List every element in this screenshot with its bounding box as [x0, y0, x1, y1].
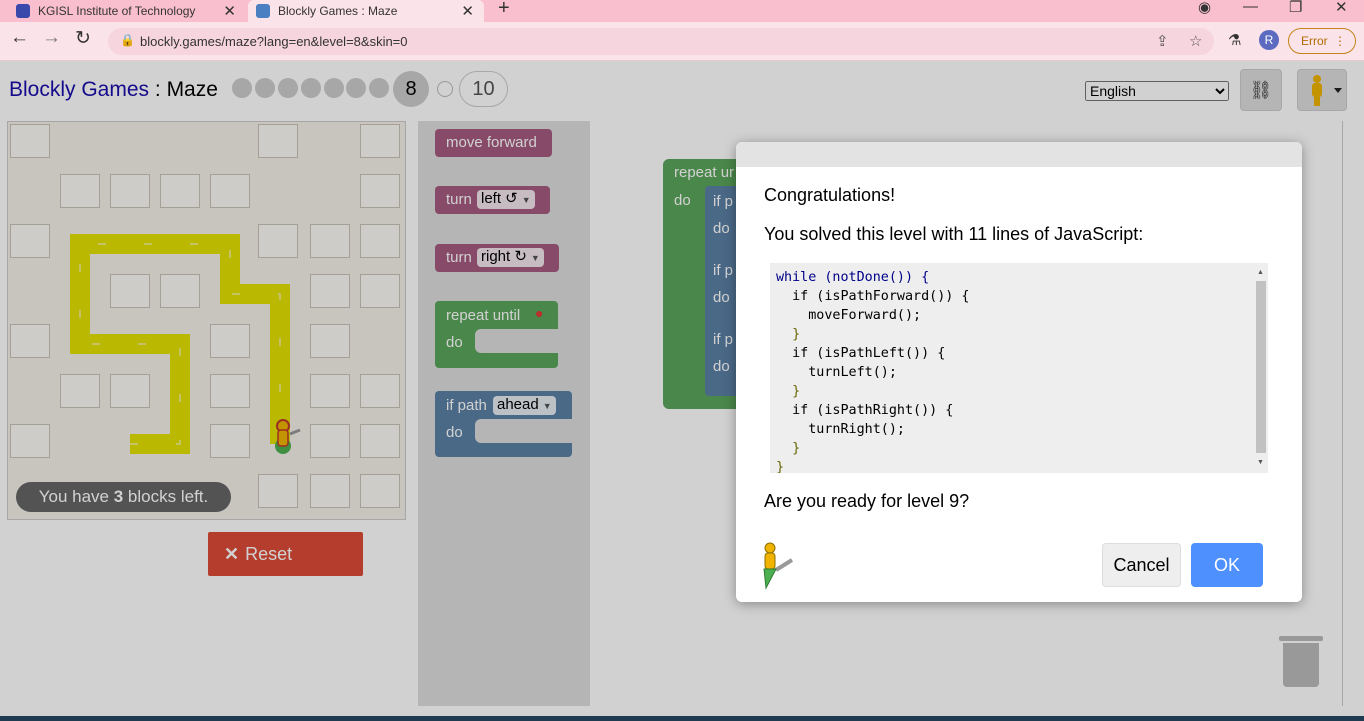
error-button[interactable]: Error ⋮ [1288, 28, 1356, 54]
cancel-button[interactable]: Cancel [1102, 543, 1181, 587]
tab-title: Blockly Games : Maze [278, 4, 398, 18]
dialog-header [736, 142, 1302, 167]
error-label: Error [1301, 34, 1328, 48]
code-line: while (notDone()) { [776, 270, 930, 285]
reload-icon[interactable]: ↻ [75, 27, 91, 50]
forward-icon[interactable]: → [42, 27, 61, 49]
kgisl-favicon-icon [16, 4, 30, 18]
share-icon[interactable]: ⇪ [1156, 32, 1169, 50]
puzzle-favicon-icon [256, 4, 270, 18]
code-line: if (isPathRight()) { [776, 403, 954, 418]
code-line: moveForward(); [776, 308, 922, 323]
code-line: } [776, 327, 801, 342]
window-close-icon[interactable]: ✕ [1335, 0, 1348, 16]
taskbar [0, 716, 1364, 721]
tab-title: KGISL Institute of Technology [38, 4, 196, 18]
code-line: if (isPathLeft()) { [776, 346, 946, 361]
close-tab-icon[interactable]: ✕ [461, 2, 474, 20]
close-tab-icon[interactable]: ✕ [223, 2, 236, 20]
ok-button[interactable]: OK [1191, 543, 1263, 587]
code-line: if (isPathForward()) { [776, 289, 970, 304]
code-scrollbar[interactable]: ▲ ▼ [1256, 269, 1266, 467]
code-listing: while (notDone()) { if (isPathForward())… [770, 263, 1268, 473]
url-text[interactable]: blockly.games/maze?lang=en&level=8&skin=… [140, 34, 408, 49]
code-line: } [776, 384, 801, 399]
menu-dots-icon: ⋮ [1334, 34, 1346, 48]
code-line: } [776, 460, 785, 473]
scrollbar-thumb[interactable] [1256, 281, 1266, 453]
back-icon[interactable]: ← [10, 27, 29, 49]
new-tab-icon[interactable]: + [498, 0, 510, 20]
browser-tab-active[interactable]: Blockly Games : Maze ✕ [248, 0, 484, 22]
code-line: } [776, 441, 801, 456]
code-box[interactable]: while (notDone()) { if (isPathForward())… [770, 263, 1268, 473]
code-line: turnRight(); [776, 422, 905, 437]
browser-tab[interactable]: KGISL Institute of Technology ✕ [8, 0, 246, 22]
tab-search-icon[interactable]: ◉ [1198, 0, 1211, 16]
lock-icon[interactable]: 🔒 [120, 33, 135, 47]
code-line: turnLeft(); [776, 365, 897, 380]
next-level-question: Are you ready for level 9? [764, 491, 970, 511]
scroll-up-icon[interactable]: ▲ [1257, 269, 1264, 276]
congratulations-dialog: Congratulations! You solved this level w… [736, 142, 1302, 602]
browser-tab-strip: KGISL Institute of Technology ✕ Blockly … [0, 0, 1364, 22]
extension-icon[interactable]: ⚗ [1228, 31, 1241, 49]
scroll-down-icon[interactable]: ▼ [1257, 459, 1264, 466]
congrats-text: Congratulations! [764, 185, 896, 205]
star-icon[interactable]: ☆ [1189, 32, 1202, 50]
profile-avatar[interactable]: R [1259, 30, 1279, 50]
minimize-icon[interactable]: — [1243, 0, 1258, 15]
solved-text: You solved this level with 11 lines of J… [764, 224, 1144, 244]
browser-toolbar: ← → ↻ 🔒 blockly.games/maze?lang=en&level… [0, 22, 1364, 61]
maximize-icon[interactable]: ❐ [1289, 0, 1302, 16]
pegman-icon [763, 542, 794, 590]
address-bar[interactable]: 🔒 blockly.games/maze?lang=en&level=8&ski… [108, 28, 1214, 55]
